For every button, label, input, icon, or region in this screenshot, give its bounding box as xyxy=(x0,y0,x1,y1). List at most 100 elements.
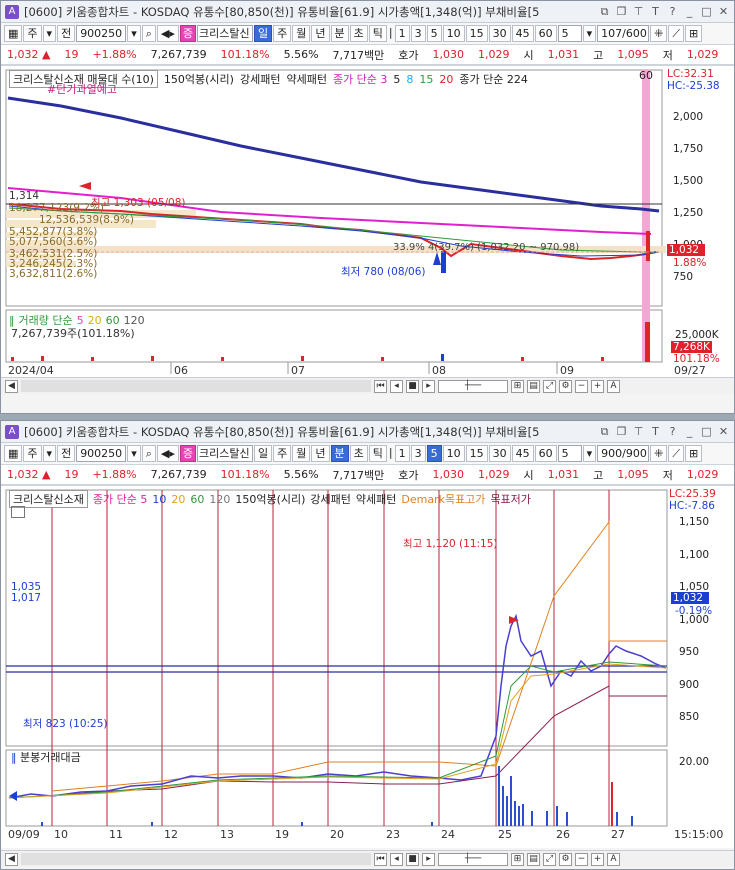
plus-icon[interactable]: + xyxy=(591,852,604,866)
interval-3[interactable]: 3 xyxy=(410,25,426,42)
help-icon[interactable]: ? xyxy=(665,424,680,439)
search-icon[interactable]: ⌕ xyxy=(141,445,156,462)
interval-60[interactable]: 60 xyxy=(534,25,557,42)
count-dropdown-icon[interactable]: ▾ xyxy=(582,25,597,42)
tool-icon-a[interactable]: ⁜ xyxy=(650,445,668,462)
count-dropdown-icon[interactable]: ▾ xyxy=(582,445,597,462)
maximize-button[interactable]: □ xyxy=(699,4,714,19)
tool-icon-b[interactable]: ⟋ xyxy=(668,25,685,42)
pin-icon[interactable]: ⊤ xyxy=(631,4,646,19)
period-tick[interactable]: 틱 xyxy=(368,25,387,42)
period-year[interactable]: 년 xyxy=(311,25,330,42)
market-dropdown-icon[interactable]: ▾ xyxy=(42,445,57,462)
plus-icon[interactable]: + xyxy=(591,379,604,393)
layout-icon[interactable]: ⊞ xyxy=(511,379,524,393)
title-bar[interactable]: A [0600] 키움종합차트 - KOSDAQ 유통수[80,850(천)] … xyxy=(1,421,734,443)
interval-30[interactable]: 30 xyxy=(488,445,511,462)
period-second[interactable]: 초 xyxy=(349,445,368,462)
interval-45[interactable]: 45 xyxy=(511,445,534,462)
interval-45[interactable]: 45 xyxy=(511,25,534,42)
interval-5[interactable]: 5 xyxy=(426,445,442,462)
minute-scrollbar[interactable]: ◀ ⏮ ◂ ■ ▸ ┼── ⊞ ▤ ⤢ ⚙ − + A xyxy=(1,850,734,867)
daily-chart-area[interactable]: 크리스탈신소재 매물대 수(10) 150억봉(시리) 강세패턴 약세패턴 종가… xyxy=(1,65,734,394)
period-month[interactable]: 월 xyxy=(292,445,311,462)
next-icon[interactable]: ▸ xyxy=(422,379,435,393)
minus-icon[interactable]: − xyxy=(575,379,588,393)
minus-icon[interactable]: − xyxy=(575,852,588,866)
layout-icon[interactable]: ⊞ xyxy=(511,852,524,866)
period-year[interactable]: 년 xyxy=(311,445,330,462)
period-week[interactable]: 주 xyxy=(273,445,292,462)
interval-10[interactable]: 10 xyxy=(442,445,465,462)
period-second[interactable]: 초 xyxy=(349,25,368,42)
minute-chart-area[interactable]: 크리스탈신소재 종가 단순 5 10 20 60 120 150억봉(시리) 강… xyxy=(1,485,734,848)
scroll-track[interactable] xyxy=(21,380,371,392)
auto-icon[interactable]: A xyxy=(607,852,620,866)
maximize-button[interactable]: □ xyxy=(699,424,714,439)
copy-icon[interactable]: ❐ xyxy=(614,424,629,439)
count-select[interactable]: 5 xyxy=(557,445,582,462)
stock-code-input[interactable]: 900250 xyxy=(76,25,127,42)
scroll-left-icon[interactable]: ◀ xyxy=(5,852,18,866)
close-button[interactable]: ✕ xyxy=(716,424,731,439)
prev-button[interactable]: 전 xyxy=(57,445,76,462)
prev-icon[interactable]: ◂ xyxy=(390,379,403,393)
panel-icon[interactable]: ▤ xyxy=(527,852,540,866)
interval-15[interactable]: 15 xyxy=(465,445,488,462)
period-day[interactable]: 일 xyxy=(254,25,273,42)
speaker-icon[interactable]: ◀▸ xyxy=(156,445,179,462)
tool-icon-c[interactable]: ⊞ xyxy=(685,25,703,42)
daily-price-chart[interactable] xyxy=(1,66,734,393)
period-week[interactable]: 주 xyxy=(273,25,292,42)
tool-icon-a[interactable]: ⁜ xyxy=(650,25,668,42)
period-day[interactable]: 일 xyxy=(254,445,273,462)
title-bar[interactable]: A [0600] 키움종합차트 - KOSDAQ 유통수[80,850(천)] … xyxy=(1,1,734,23)
panel-icon[interactable]: ▤ xyxy=(527,379,540,393)
settings-grid-icon[interactable] xyxy=(11,506,25,518)
market-select[interactable]: 주 xyxy=(23,25,42,42)
period-tick[interactable]: 틱 xyxy=(368,445,387,462)
link-icon[interactable]: ⧉ xyxy=(597,4,612,19)
interval-1[interactable]: 1 xyxy=(394,25,410,42)
search-icon[interactable]: ⌕ xyxy=(141,25,156,42)
grid-icon[interactable]: ▦ xyxy=(4,25,23,42)
interval-30[interactable]: 30 xyxy=(488,25,511,42)
text-icon[interactable]: T xyxy=(648,424,663,439)
interval-10[interactable]: 10 xyxy=(442,25,465,42)
tool-icon-b[interactable]: ⟋ xyxy=(668,445,685,462)
link-icon[interactable]: ⧉ xyxy=(597,424,612,439)
market-select[interactable]: 주 xyxy=(23,445,42,462)
interval-60[interactable]: 60 xyxy=(534,445,557,462)
settings-icon[interactable]: ⚙ xyxy=(559,379,572,393)
scroll-track[interactable] xyxy=(21,853,371,865)
first-icon[interactable]: ⏮ xyxy=(374,379,387,393)
next-icon[interactable]: ▸ xyxy=(422,852,435,866)
grid-icon[interactable]: ▦ xyxy=(4,445,23,462)
stop-icon[interactable]: ■ xyxy=(406,379,419,393)
scroll-left-icon[interactable]: ◀ xyxy=(5,379,18,393)
code-dropdown-icon[interactable]: ▾ xyxy=(127,445,141,462)
minimize-button[interactable]: _ xyxy=(682,4,697,19)
period-minute[interactable]: 분 xyxy=(330,445,349,462)
stock-code-input[interactable]: 900250 xyxy=(76,445,127,462)
help-icon[interactable]: ? xyxy=(665,4,680,19)
period-minute[interactable]: 분 xyxy=(330,25,349,42)
prev-icon[interactable]: ◂ xyxy=(390,852,403,866)
interval-1[interactable]: 1 xyxy=(394,445,410,462)
market-dropdown-icon[interactable]: ▾ xyxy=(42,25,57,42)
interval-3[interactable]: 3 xyxy=(410,445,426,462)
minimize-button[interactable]: _ xyxy=(682,424,697,439)
text-icon[interactable]: T xyxy=(648,4,663,19)
code-dropdown-icon[interactable]: ▾ xyxy=(127,25,141,42)
prev-button[interactable]: 전 xyxy=(57,25,76,42)
zoom-slider-icon[interactable]: ┼── xyxy=(438,852,508,866)
minute-price-chart[interactable] xyxy=(1,486,734,849)
count-select[interactable]: 5 xyxy=(557,25,582,42)
settings-icon[interactable]: ⚙ xyxy=(559,852,572,866)
close-button[interactable]: ✕ xyxy=(716,4,731,19)
draw-icon[interactable]: ⤢ xyxy=(543,379,556,393)
speaker-icon[interactable]: ◀▸ xyxy=(156,25,179,42)
zoom-slider-icon[interactable]: ┼── xyxy=(438,379,508,393)
interval-15[interactable]: 15 xyxy=(465,25,488,42)
stop-icon[interactable]: ■ xyxy=(406,852,419,866)
